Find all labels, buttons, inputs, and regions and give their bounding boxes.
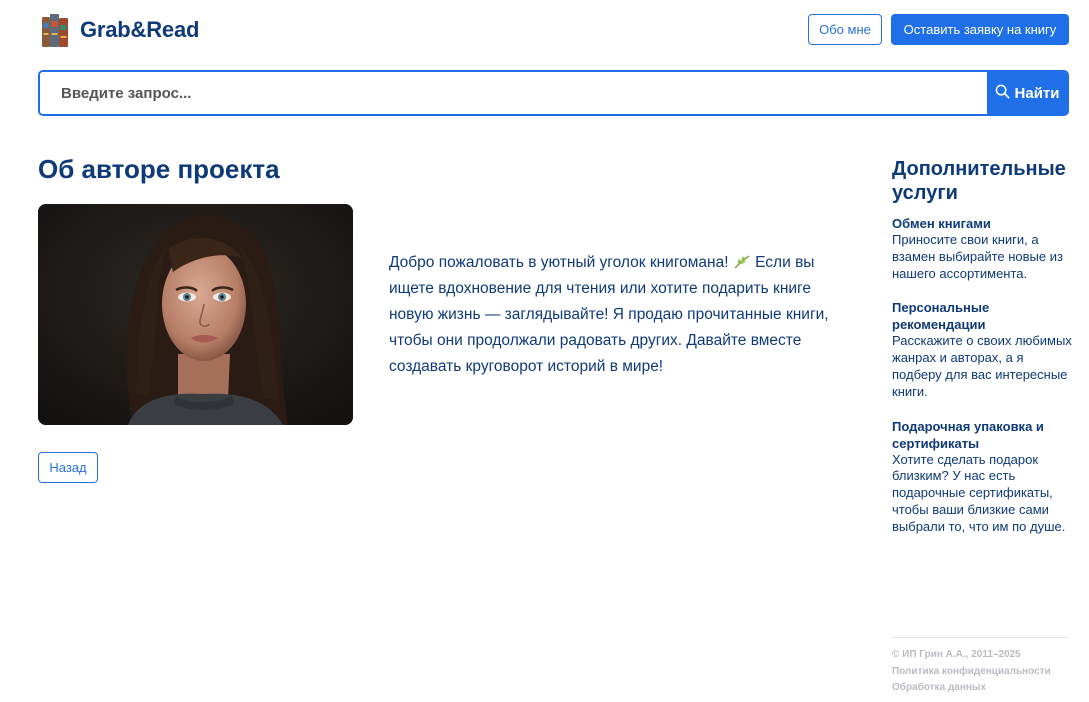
request-book-button[interactable]: Оставить заявку на книгу <box>891 14 1069 45</box>
back-button[interactable]: Назад <box>38 452 98 483</box>
books-logo-icon <box>40 11 70 49</box>
service-description: Расскажите о своих любимых жанрах и авто… <box>892 333 1072 399</box>
page-title: Об авторе проекта <box>38 154 280 184</box>
service-name: Подарочная упаковка и сертификаты <box>892 418 1044 451</box>
search-button[interactable]: Найти <box>987 72 1067 114</box>
service-item: Обмен книгами Приносите свои книги, а вз… <box>892 215 1072 282</box>
search-bar: Найти <box>38 70 1069 116</box>
logo[interactable]: Grab&Read <box>40 11 199 49</box>
service-description: Хотите сделать подарок близким? У нас ес… <box>892 451 1066 534</box>
logo-text: Grab&Read <box>80 17 200 42</box>
page: Grab&Read Обо мне Оставить заявку на кни… <box>0 0 1089 702</box>
privacy-policy-link[interactable]: Политика конфиденциальности <box>892 664 1069 681</box>
sidebar-services: Дополнительные услуги Обмен книгами Прин… <box>892 157 1072 553</box>
leaf-icon <box>733 252 751 269</box>
bio-text-body: Если вы ищете вдохновение для чтения или… <box>389 254 829 375</box>
about-me-button[interactable]: Обо мне <box>808 14 882 45</box>
data-processing-link[interactable]: Обработка данных <box>892 680 1069 697</box>
author-bio: Добро пожаловать в уютный уголок книгома… <box>389 250 859 380</box>
service-name: Обмен книгами <box>892 216 991 231</box>
search-button-label: Найти <box>1014 84 1060 102</box>
service-item: Подарочная упаковка и сертификаты Хотите… <box>892 418 1072 536</box>
search-input[interactable] <box>40 72 987 114</box>
service-description: Приносите свои книги, а взамен выбирайте… <box>892 232 1063 281</box>
author-photo <box>38 204 353 425</box>
search-icon <box>995 84 1010 103</box>
service-item: Персональные рекомендации Расскажите о с… <box>892 299 1072 400</box>
footer: © ИП Грин А.А., 2011–2025 Политика конфи… <box>892 637 1069 697</box>
copyright-text: © ИП Грин А.А., 2011–2025 <box>892 649 1021 660</box>
service-name: Персональные рекомендации <box>892 300 990 333</box>
sidebar-title: Дополнительные услуги <box>892 158 1066 204</box>
bio-text-intro: Добро пожаловать в уютный уголок книгома… <box>389 254 729 271</box>
